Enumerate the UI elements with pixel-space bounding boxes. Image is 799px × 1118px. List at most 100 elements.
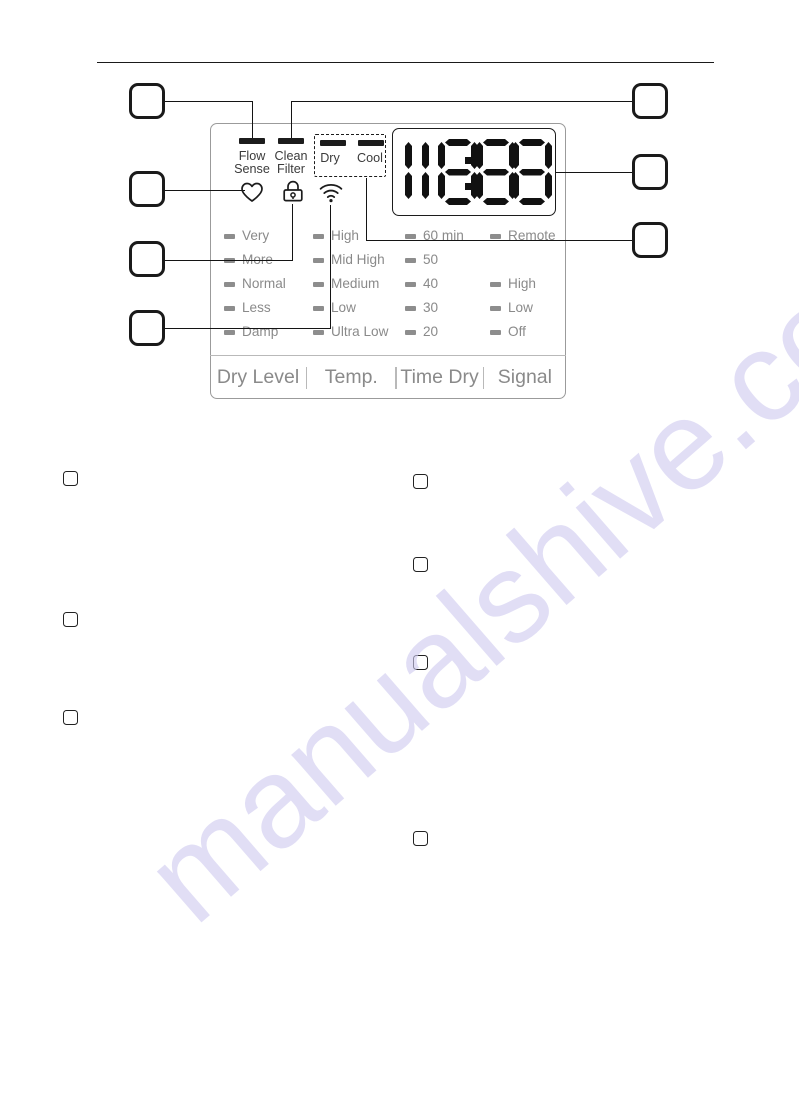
indicator-label: 50 [423,252,439,268]
dry-label: Dry [320,151,340,165]
indicator-item: Medium [313,272,409,296]
indicator-led [313,281,324,287]
leader-line-5-v [292,204,293,261]
indicator-led [490,281,501,287]
indicator-item [490,248,586,272]
body-bullet-5[interactable] [413,655,428,670]
indicator-led [224,305,235,311]
indicator-led [313,233,324,239]
leader-line-6-h [366,240,632,241]
display-colon-top [465,157,472,164]
indicator-label: Low [508,300,533,316]
display-digit-3 [476,139,516,205]
indicator-label: Mid High [331,252,385,268]
indicator-led [224,281,235,287]
leader-line-7-h [165,328,331,329]
indicator-label: Ultra Low [331,324,389,340]
indicator-item: High [490,272,586,296]
display-digit-4 [512,139,552,205]
indicator-item: Mid High [313,248,409,272]
indicator-grid: Very More Normal Less Damp High Mid High… [210,224,566,345]
indicator-label: Medium [331,276,380,292]
indicator-led [224,329,235,335]
leader-line-7-v [330,205,331,329]
indicator-column-time-dry: 60 min 50 40 30 20 [405,224,501,344]
indicator-led [490,233,501,239]
function-label-row: Dry Level Temp. Time Dry Signal [210,355,566,399]
indicator-item: Off [490,320,586,344]
control-lock-icon [282,180,304,209]
body-bullet-1[interactable] [63,471,78,486]
indicator-column-dry-level: Very More Normal Less Damp [224,224,320,344]
indicator-item: 60 min [405,224,501,248]
callout-box-4[interactable] [632,154,668,190]
indicator-item: Ultra Low [313,320,409,344]
callout-box-6[interactable] [632,222,668,258]
clean-filter-led [278,138,304,144]
body-bullet-4[interactable] [63,612,78,627]
indicator-label: Less [242,300,271,316]
leader-line-3-h [165,190,245,191]
indicator-led [405,305,416,311]
callout-box-5[interactable] [129,241,165,277]
callout-box-7[interactable] [129,310,165,346]
callout-box-3[interactable] [129,171,165,207]
indicator-item: 30 [405,296,501,320]
indicator-column-signal: Remote High Low Off [490,224,586,344]
heart-icon [240,182,264,208]
indicator-item: 40 [405,272,501,296]
function-label-dry-level: Dry Level [216,365,300,388]
cool-label: Cool [357,151,383,165]
function-label-temp: Temp. [324,365,378,388]
indicator-led [313,329,324,335]
indicator-led [405,233,416,239]
indicator-item: High [313,224,409,248]
indicator-led [405,257,416,263]
indicator-label: High [508,276,536,292]
function-label-time-dry: Time Dry [400,365,479,388]
indicator-led [490,305,501,311]
indicator-column-temp: High Mid High Medium Low Ultra Low [313,224,409,344]
leader-line-4-h [556,172,632,173]
leader-line-2-h [291,101,632,102]
header-rule [97,62,714,63]
body-bullet-2[interactable] [413,474,428,489]
indicator-led [490,329,501,335]
indicator-item: 20 [405,320,501,344]
indicator-led [405,281,416,287]
display-colon-bottom [465,183,472,190]
leader-line-2-v [291,101,292,138]
indicator-item: Remote [490,224,586,248]
indicator-label: 30 [423,300,439,316]
body-bullet-6[interactable] [63,710,78,725]
body-bullet-7[interactable] [413,831,428,846]
indicator-led [313,305,324,311]
wifi-icon [319,183,343,208]
clean-filter-label: Clean Filter [274,149,308,177]
indicator-led [224,233,235,239]
leader-line-1-v [252,101,253,138]
display-digit-2 [438,139,478,205]
display-digit-1 [401,139,441,205]
indicator-label: Off [508,324,526,340]
leader-line-6-v [366,178,367,241]
digital-display [392,128,556,216]
callout-box-2[interactable] [632,83,668,119]
indicator-item: Low [313,296,409,320]
indicator-label: Very [242,228,270,244]
leader-line-1-h [165,101,253,102]
indicator-item: Damp [224,320,320,344]
flow-sense-led [239,138,265,144]
callout-box-1[interactable] [129,83,165,119]
indicator-item: Very [224,224,320,248]
indicator-item: Less [224,296,320,320]
indicator-led [405,329,416,335]
indicator-item: 50 [405,248,501,272]
indicator-led [313,257,324,263]
indicator-label: Normal [242,276,286,292]
body-bullet-3[interactable] [413,557,428,572]
indicator-item: Low [490,296,586,320]
leader-line-5-h [165,260,293,261]
manual-page: manualshive.com Flow Sense Clean Filter … [0,0,799,1118]
function-label-signal: Signal [497,365,552,388]
